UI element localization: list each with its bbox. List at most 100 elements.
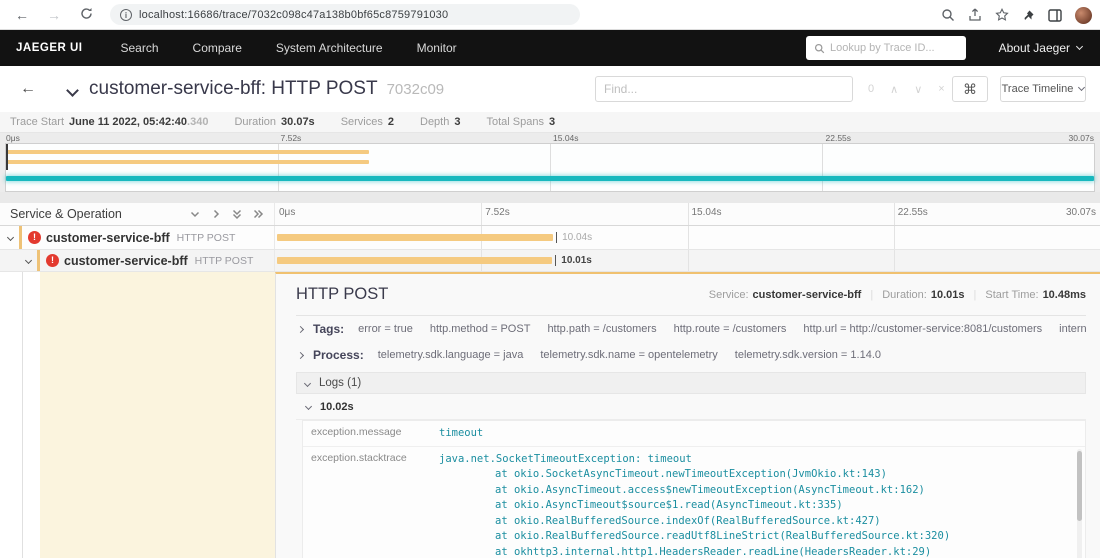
trace-toolbar: ← customer-service-bff: HTTP POST 7032c0… — [0, 66, 1100, 112]
process-item: telemetry.sdk.language = java — [377, 349, 524, 361]
error-icon: ! — [46, 254, 59, 267]
tick-label: 22.55s — [897, 207, 928, 218]
minimap-gridline — [822, 144, 823, 191]
duration-label: Duration: — [882, 288, 927, 301]
chevron-down-icon[interactable] — [6, 233, 15, 242]
span-duration-label: 10.01s — [561, 255, 592, 266]
trace-title: customer-service-bff: HTTP POST — [89, 78, 378, 99]
trace-view-selector[interactable]: Trace Timeline — [1000, 76, 1086, 102]
nav-item-system-architecture[interactable]: System Architecture — [276, 41, 383, 55]
duration-value: 10.01s — [930, 288, 965, 301]
find-input[interactable]: Find... — [595, 76, 853, 102]
chevron-down-icon — [303, 379, 312, 387]
share-icon[interactable] — [968, 8, 982, 22]
span-row-selected[interactable]: ! customer-service-bff HTTP POST 10.01s — [0, 250, 1100, 272]
log-field-value: timeout — [439, 427, 484, 439]
stack-line: java.net.SocketTimeoutException: timeout — [439, 452, 692, 465]
gridline — [893, 226, 895, 249]
tags-row[interactable]: Tags: error = true http.method = POST ht… — [296, 316, 1086, 342]
bookmark-star-icon[interactable] — [995, 8, 1009, 22]
summary-depth: Depth 3 — [420, 116, 461, 128]
start-time-value: 10.48ms — [1042, 288, 1086, 301]
stack-line: at okio.AsyncTimeout.access$newTimeoutEx… — [495, 483, 925, 496]
jaeger-logo[interactable]: JAEGER UI — [16, 42, 83, 54]
chevron-down-icon[interactable] — [24, 256, 33, 265]
trace-id-lookup-input[interactable]: Lookup by Trace ID... — [806, 36, 966, 60]
detail-row-highlight — [40, 272, 275, 558]
tag-item: http.path = /customers — [547, 323, 657, 335]
collapse-all-icon[interactable] — [232, 209, 242, 220]
chevron-down-icon — [304, 402, 313, 411]
log-field-row: exception.stacktrace java.net.SocketTime… — [303, 447, 1085, 558]
gridline — [687, 226, 689, 249]
scrollbar-thumb[interactable] — [1077, 451, 1082, 521]
span-duration-bar[interactable] — [277, 234, 554, 241]
chevron-down-icon — [1075, 42, 1084, 51]
span-service-name: customer-service-bff — [64, 253, 188, 268]
collapse-trace-chevron-icon[interactable] — [66, 83, 79, 97]
gridline — [893, 250, 895, 271]
url-bar[interactable]: i localhost:16686/trace/7032c098c47a138b… — [110, 4, 580, 25]
page: ← → i localhost:16686/trace/7032c098c47a… — [0, 0, 1100, 558]
trace-view-selector-label: Trace Timeline — [1001, 83, 1074, 95]
service-label: Service: — [708, 288, 749, 301]
nav-item-compare[interactable]: Compare — [193, 41, 242, 55]
chevron-right-icon — [296, 351, 305, 359]
tick-label: 30.07s — [1065, 207, 1096, 218]
span-operation-name: HTTP POST — [176, 231, 236, 244]
process-item: telemetry.sdk.name = opentelemetry — [540, 349, 718, 361]
stack-line: at okhttp3.internal.http1.HeadersReader.… — [495, 545, 932, 558]
site-info-icon[interactable]: i — [120, 8, 132, 21]
trace-minimap[interactable]: 0μs 7.52s 15.04s 22.55s 30.07s — [0, 133, 1100, 192]
gridline — [687, 250, 689, 271]
gridline — [893, 203, 895, 225]
tick-label: 30.07s — [1068, 133, 1094, 143]
expand-one-icon[interactable] — [211, 209, 221, 219]
tags-title: Tags: — [313, 322, 345, 336]
expand-all-icon[interactable] — [253, 209, 264, 219]
span-bar-end-tick — [555, 232, 557, 243]
nav-item-search[interactable]: Search — [121, 41, 159, 55]
nav-item-monitor[interactable]: Monitor — [417, 41, 457, 55]
collapse-one-icon[interactable] — [190, 209, 200, 219]
log-entry-header[interactable]: 10.02s — [296, 394, 1086, 420]
keyboard-shortcuts-button[interactable]: ⌘ — [952, 76, 988, 102]
minimap-canvas[interactable] — [5, 143, 1095, 192]
logs-accordion-header[interactable]: Logs (1) — [296, 372, 1086, 394]
tick-label: 7.52s — [485, 207, 510, 218]
browser-back-icon[interactable]: ← — [10, 7, 34, 23]
browser-forward-icon[interactable]: → — [42, 7, 66, 23]
profile-avatar[interactable] — [1075, 6, 1092, 24]
tick-label: 0μs — [6, 133, 20, 143]
tag-item: http.url = http://customer-service:8081/… — [803, 323, 1043, 335]
tag-item: internal.spa... — [1059, 323, 1086, 335]
extensions-pin-icon[interactable] — [1022, 9, 1035, 22]
log-field-key: exception.message — [311, 426, 402, 438]
find-prev-icon[interactable]: ∧ — [890, 83, 898, 96]
minimap-span-bar — [6, 150, 370, 154]
summary-duration: Duration 30.07s — [234, 116, 315, 128]
timeline-header-row: Service & Operation 0μs 7.52s 15.04s 22.… — [0, 203, 1100, 226]
stacktrace-scrollbar[interactable] — [1077, 449, 1082, 558]
browser-actions — [941, 0, 1092, 30]
tick-label: 22.55s — [825, 133, 852, 143]
side-panel-icon[interactable] — [1048, 8, 1062, 22]
process-title: Process: — [313, 348, 364, 362]
find-clear-icon[interactable]: × — [938, 83, 944, 95]
find-next-icon[interactable]: ∨ — [914, 83, 922, 96]
span-row[interactable]: ! customer-service-bff HTTP POST 10.04s — [0, 226, 1100, 250]
browser-reload-icon[interactable] — [74, 7, 98, 23]
url-text: localhost:16686/trace/7032c098c47a138b0b… — [139, 8, 449, 21]
about-jaeger-menu[interactable]: About Jaeger — [999, 30, 1084, 66]
back-arrow-icon[interactable]: ← — [20, 80, 36, 98]
stack-line: at okio.RealBufferedSource.readUtf8LineS… — [495, 530, 951, 542]
browser-search-icon[interactable] — [941, 8, 955, 22]
tick-label: 15.04s — [691, 207, 722, 218]
detail-stats: Service: customer-service-bff | Duration… — [709, 289, 1086, 301]
divider: | — [870, 288, 874, 301]
minimap-drag-handle[interactable] — [6, 144, 8, 170]
span-duration-bar[interactable] — [277, 257, 553, 264]
summary-services: Services 2 — [340, 116, 394, 128]
process-row[interactable]: Process: telemetry.sdk.language = java t… — [296, 342, 1086, 368]
stack-line: at okio.RealBufferedSource.indexOf(RealB… — [495, 514, 881, 527]
